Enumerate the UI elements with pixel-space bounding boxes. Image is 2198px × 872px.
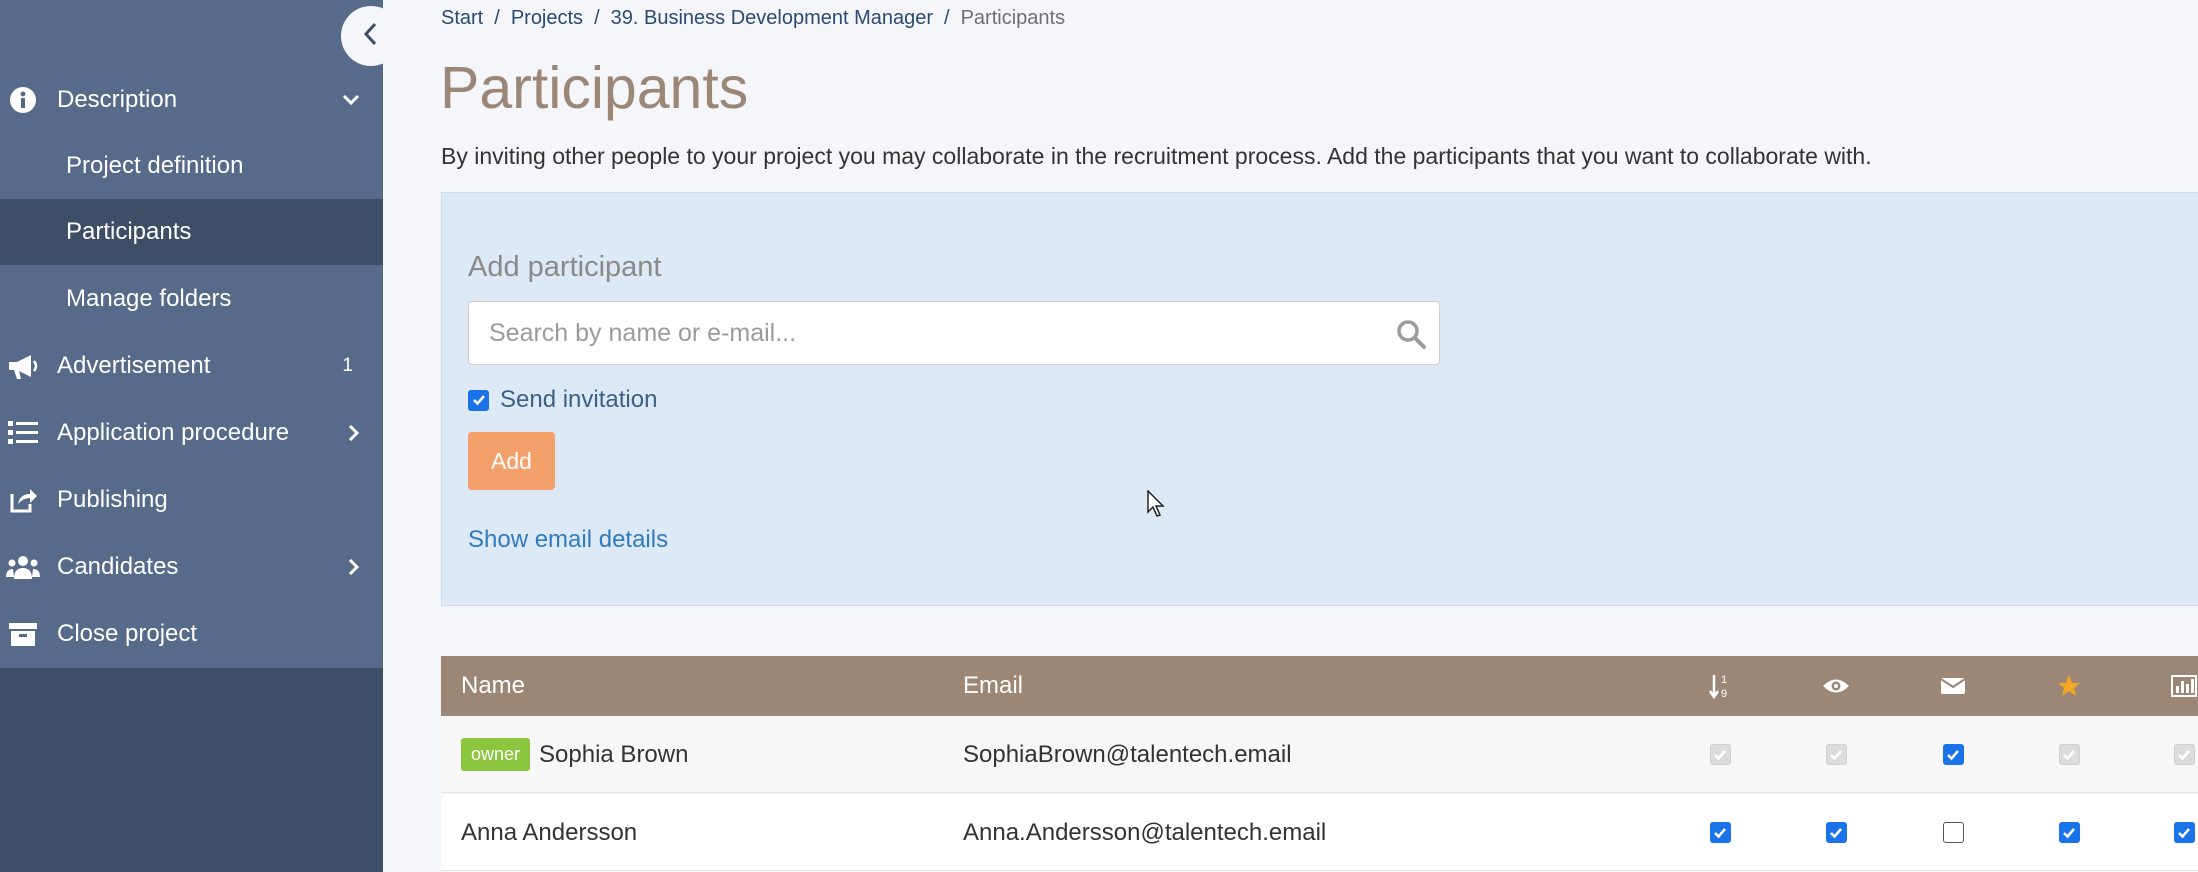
chevron-left-icon xyxy=(363,21,379,52)
add-button[interactable]: Add xyxy=(468,432,555,490)
sidebar-item-label: Publishing xyxy=(57,486,168,513)
table-row[interactable]: owner Sophia Brown SophiaBrown@talentech… xyxy=(441,716,2198,793)
sidebar-item-label: Candidates xyxy=(57,553,179,580)
sidebar-item-close-project[interactable]: Close project xyxy=(0,601,383,667)
page-title: Participants xyxy=(440,55,749,121)
sidebar-item-label: Advertisement xyxy=(57,352,211,379)
sidebar-item-description[interactable]: Description xyxy=(0,67,383,133)
statistics-checkbox[interactable] xyxy=(2164,794,2198,871)
sidebar-item-advertisement[interactable]: Advertisement 1 xyxy=(0,333,383,399)
info-icon xyxy=(6,83,40,117)
list-icon xyxy=(6,416,40,450)
breadcrumb-projects[interactable]: Projects xyxy=(511,7,583,29)
sidebar-item-label: Project definition xyxy=(66,152,244,179)
chevron-right-icon xyxy=(347,557,361,577)
archive-icon xyxy=(6,617,40,651)
owner-badge: owner xyxy=(461,738,531,771)
svg-text:1: 1 xyxy=(1721,674,1727,686)
mouse-cursor-icon xyxy=(1147,489,1165,523)
sidebar-item-manage-folders[interactable]: Manage folders xyxy=(0,266,383,332)
star-checkbox xyxy=(2049,716,2089,793)
sort-order-checkbox[interactable] xyxy=(1700,794,1740,871)
panel-title: Add participant xyxy=(468,251,662,283)
megaphone-icon xyxy=(6,349,40,383)
chevron-down-icon xyxy=(341,93,361,107)
sort-order-checkbox xyxy=(1700,716,1740,793)
search-icon[interactable] xyxy=(1395,318,1427,350)
participant-email: SophiaBrown@talentech.email xyxy=(963,740,1292,768)
table-header: Name Email 19 xyxy=(441,656,2198,716)
bar-chart-icon[interactable] xyxy=(2164,656,2198,716)
sidebar-item-label: Application procedure xyxy=(57,419,290,446)
participant-email: Anna.Andersson@talentech.email xyxy=(963,818,1327,846)
view-checkbox xyxy=(1816,716,1856,793)
breadcrumb-current: Participants xyxy=(960,7,1066,29)
email-checkbox[interactable] xyxy=(1933,794,1973,871)
eye-icon[interactable] xyxy=(1816,656,1856,716)
send-invitation-label[interactable]: Send invitation xyxy=(500,386,657,414)
statistics-checkbox xyxy=(2164,716,2198,793)
sidebar-item-label: Close project xyxy=(57,620,198,647)
participant-name: Anna Andersson xyxy=(461,818,638,846)
users-icon xyxy=(6,550,40,584)
search-input[interactable] xyxy=(489,302,1389,364)
sidebar-item-label: Participants xyxy=(66,218,192,245)
page-intro: By inviting other people to your project… xyxy=(441,143,1872,169)
sidebar: Description Project definition Participa… xyxy=(0,0,401,872)
sidebar-item-project-definition[interactable]: Project definition xyxy=(0,133,383,199)
show-email-details-link[interactable]: Show email details xyxy=(468,526,668,554)
search-field xyxy=(468,301,1440,365)
envelope-icon[interactable] xyxy=(1933,656,1973,716)
breadcrumb-start[interactable]: Start xyxy=(441,7,483,29)
count-badge: 1 xyxy=(342,355,353,376)
breadcrumb-project[interactable]: 39. Business Development Manager xyxy=(611,7,933,29)
participant-name-cell: owner Sophia Brown xyxy=(461,716,688,793)
sidebar-menu: Description Project definition Participa… xyxy=(0,0,383,668)
breadcrumb: Start / Projects/39. Business Development … xyxy=(441,7,1066,29)
sidebar-item-publishing[interactable]: Publishing xyxy=(0,467,383,533)
sidebar-item-label: Description xyxy=(57,86,178,113)
send-invitation-checkbox[interactable] xyxy=(468,389,489,411)
table-row[interactable]: Anna Andersson Anna.Andersson@talentech.… xyxy=(441,794,2198,871)
column-header-name[interactable]: Name xyxy=(461,656,525,716)
email-checkbox[interactable] xyxy=(1933,716,1973,793)
sidebar-item-participants[interactable]: Participants xyxy=(0,199,383,265)
participant-name: Sophia Brown xyxy=(539,740,689,768)
svg-text:9: 9 xyxy=(1721,688,1727,700)
star-checkbox[interactable] xyxy=(2049,794,2089,871)
sidebar-item-label: Manage folders xyxy=(66,285,232,312)
main-content: Start / Projects/39. Business Development … xyxy=(383,0,2198,872)
star-icon[interactable] xyxy=(2049,656,2089,716)
sidebar-item-candidates[interactable]: Candidates xyxy=(0,534,383,600)
share-icon xyxy=(6,483,40,517)
view-checkbox[interactable] xyxy=(1816,794,1856,871)
send-invitation-row: Send invitation xyxy=(468,386,657,414)
add-participant-panel: Add participant Send invitation Add Show… xyxy=(441,192,2198,606)
sidebar-item-application-procedure[interactable]: Application procedure xyxy=(0,400,383,466)
chevron-right-icon xyxy=(347,423,361,443)
column-header-email[interactable]: Email xyxy=(963,656,1023,716)
sort-order-icon[interactable]: 19 xyxy=(1700,656,1740,716)
